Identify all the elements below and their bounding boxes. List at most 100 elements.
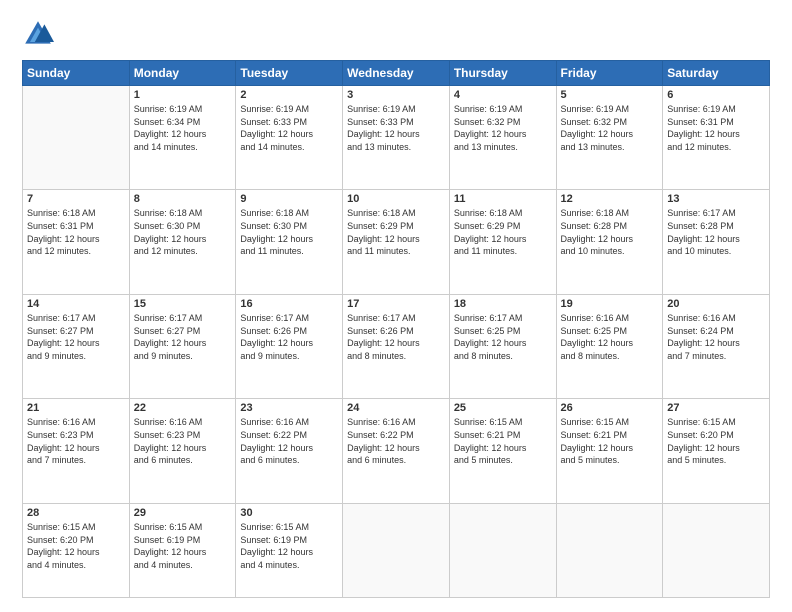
day-info: Sunrise: 6:15 AM Sunset: 6:20 PM Dayligh… <box>667 416 765 466</box>
day-info: Sunrise: 6:17 AM Sunset: 6:27 PM Dayligh… <box>27 312 125 362</box>
weekday-header-thursday: Thursday <box>449 61 556 86</box>
day-cell: 26Sunrise: 6:15 AM Sunset: 6:21 PM Dayli… <box>556 399 663 503</box>
day-number: 24 <box>347 402 445 414</box>
day-number: 27 <box>667 402 765 414</box>
day-info: Sunrise: 6:18 AM Sunset: 6:30 PM Dayligh… <box>134 207 232 257</box>
day-info: Sunrise: 6:17 AM Sunset: 6:27 PM Dayligh… <box>134 312 232 362</box>
day-info: Sunrise: 6:19 AM Sunset: 6:33 PM Dayligh… <box>347 103 445 153</box>
day-cell: 13Sunrise: 6:17 AM Sunset: 6:28 PM Dayli… <box>663 190 770 294</box>
day-number: 11 <box>454 193 552 205</box>
day-info: Sunrise: 6:17 AM Sunset: 6:28 PM Dayligh… <box>667 207 765 257</box>
day-number: 7 <box>27 193 125 205</box>
day-cell: 27 Sunrise: 6:15 AM Sunset: 6:20 PM Dayli… <box>663 399 770 503</box>
day-cell: 3 Sunrise: 6:19 AM Sunset: 6:33 PM Daylig… <box>343 86 450 190</box>
day-cell: 23 Sunrise: 6:16 AM Sunset: 6:22 PM Dayli… <box>236 399 343 503</box>
day-number: 19 <box>561 298 659 310</box>
day-number: 16 <box>240 298 338 310</box>
day-cell: 30Sunrise: 6:15 AM Sunset: 6:19 PM Dayli… <box>236 503 343 597</box>
day-info: Sunrise: 6:15 AM Sunset: 6:21 PM Dayligh… <box>454 416 552 466</box>
day-cell: 22 Sunrise: 6:16 AM Sunset: 6:23 PM Dayli… <box>129 399 236 503</box>
day-number: 21 <box>27 402 125 414</box>
day-cell: 20 Sunrise: 6:16 AM Sunset: 6:24 PM Dayli… <box>663 294 770 398</box>
day-info: Sunrise: 6:18 AM Sunset: 6:29 PM Dayligh… <box>454 207 552 257</box>
day-info: Sunrise: 6:16 AM Sunset: 6:23 PM Dayligh… <box>27 416 125 466</box>
logo <box>22 18 58 50</box>
logo-icon <box>22 18 54 50</box>
day-info: Sunrise: 6:17 AM Sunset: 6:25 PM Dayligh… <box>454 312 552 362</box>
day-number: 14 <box>27 298 125 310</box>
day-info: Sunrise: 6:16 AM Sunset: 6:23 PM Dayligh… <box>134 416 232 466</box>
day-info: Sunrise: 6:19 AM Sunset: 6:31 PM Dayligh… <box>667 103 765 153</box>
day-number: 2 <box>240 89 338 101</box>
header <box>22 18 770 50</box>
day-info: Sunrise: 6:15 AM Sunset: 6:20 PM Dayligh… <box>27 521 125 571</box>
week-row-0: 1 Sunrise: 6:19 AM Sunset: 6:34 PM Daylig… <box>23 86 770 190</box>
day-info: Sunrise: 6:16 AM Sunset: 6:22 PM Dayligh… <box>347 416 445 466</box>
day-cell: 14 Sunrise: 6:17 AM Sunset: 6:27 PM Dayli… <box>23 294 130 398</box>
week-row-3: 21 Sunrise: 6:16 AM Sunset: 6:23 PM Dayli… <box>23 399 770 503</box>
weekday-header-sunday: Sunday <box>23 61 130 86</box>
day-number: 23 <box>240 402 338 414</box>
day-info: Sunrise: 6:16 AM Sunset: 6:22 PM Dayligh… <box>240 416 338 466</box>
day-info: Sunrise: 6:19 AM Sunset: 6:32 PM Dayligh… <box>454 103 552 153</box>
day-number: 3 <box>347 89 445 101</box>
day-number: 6 <box>667 89 765 101</box>
day-cell: 6 Sunrise: 6:19 AM Sunset: 6:31 PM Daylig… <box>663 86 770 190</box>
day-number: 29 <box>134 507 232 519</box>
day-cell: 1 Sunrise: 6:19 AM Sunset: 6:34 PM Daylig… <box>129 86 236 190</box>
weekday-header-saturday: Saturday <box>663 61 770 86</box>
day-cell: 21 Sunrise: 6:16 AM Sunset: 6:23 PM Dayli… <box>23 399 130 503</box>
day-cell: 28 Sunrise: 6:15 AM Sunset: 6:20 PM Dayli… <box>23 503 130 597</box>
day-cell <box>663 503 770 597</box>
day-cell: 19Sunrise: 6:16 AM Sunset: 6:25 PM Dayli… <box>556 294 663 398</box>
day-info: Sunrise: 6:17 AM Sunset: 6:26 PM Dayligh… <box>347 312 445 362</box>
day-number: 1 <box>134 89 232 101</box>
day-number: 22 <box>134 402 232 414</box>
day-info: Sunrise: 6:15 AM Sunset: 6:21 PM Dayligh… <box>561 416 659 466</box>
day-cell <box>556 503 663 597</box>
day-cell: 25 Sunrise: 6:15 AM Sunset: 6:21 PM Dayli… <box>449 399 556 503</box>
day-cell: 11 Sunrise: 6:18 AM Sunset: 6:29 PM Dayli… <box>449 190 556 294</box>
calendar: SundayMondayTuesdayWednesdayThursdayFrid… <box>22 60 770 598</box>
day-cell: 18 Sunrise: 6:17 AM Sunset: 6:25 PM Dayli… <box>449 294 556 398</box>
weekday-header-monday: Monday <box>129 61 236 86</box>
day-cell <box>449 503 556 597</box>
day-number: 18 <box>454 298 552 310</box>
week-row-1: 7 Sunrise: 6:18 AM Sunset: 6:31 PM Daylig… <box>23 190 770 294</box>
day-cell: 10 Sunrise: 6:18 AM Sunset: 6:29 PM Dayli… <box>343 190 450 294</box>
day-cell: 7 Sunrise: 6:18 AM Sunset: 6:31 PM Daylig… <box>23 190 130 294</box>
day-number: 10 <box>347 193 445 205</box>
weekday-header-friday: Friday <box>556 61 663 86</box>
day-cell: 2 Sunrise: 6:19 AM Sunset: 6:33 PM Daylig… <box>236 86 343 190</box>
day-info: Sunrise: 6:19 AM Sunset: 6:33 PM Dayligh… <box>240 103 338 153</box>
day-info: Sunrise: 6:17 AM Sunset: 6:26 PM Dayligh… <box>240 312 338 362</box>
day-info: Sunrise: 6:18 AM Sunset: 6:31 PM Dayligh… <box>27 207 125 257</box>
weekday-header-row: SundayMondayTuesdayWednesdayThursdayFrid… <box>23 61 770 86</box>
day-cell: 9Sunrise: 6:18 AM Sunset: 6:30 PM Daylig… <box>236 190 343 294</box>
week-row-4: 28 Sunrise: 6:15 AM Sunset: 6:20 PM Dayli… <box>23 503 770 597</box>
day-number: 5 <box>561 89 659 101</box>
day-number: 20 <box>667 298 765 310</box>
day-info: Sunrise: 6:19 AM Sunset: 6:34 PM Dayligh… <box>134 103 232 153</box>
day-cell: 29 Sunrise: 6:15 AM Sunset: 6:19 PM Dayli… <box>129 503 236 597</box>
day-cell: 16 Sunrise: 6:17 AM Sunset: 6:26 PM Dayli… <box>236 294 343 398</box>
day-info: Sunrise: 6:18 AM Sunset: 6:29 PM Dayligh… <box>347 207 445 257</box>
day-info: Sunrise: 6:15 AM Sunset: 6:19 PM Dayligh… <box>134 521 232 571</box>
day-cell <box>343 503 450 597</box>
weekday-header-wednesday: Wednesday <box>343 61 450 86</box>
day-number: 12 <box>561 193 659 205</box>
day-info: Sunrise: 6:18 AM Sunset: 6:28 PM Dayligh… <box>561 207 659 257</box>
day-info: Sunrise: 6:16 AM Sunset: 6:24 PM Dayligh… <box>667 312 765 362</box>
day-number: 25 <box>454 402 552 414</box>
day-number: 4 <box>454 89 552 101</box>
week-row-2: 14 Sunrise: 6:17 AM Sunset: 6:27 PM Dayli… <box>23 294 770 398</box>
day-number: 28 <box>27 507 125 519</box>
day-info: Sunrise: 6:19 AM Sunset: 6:32 PM Dayligh… <box>561 103 659 153</box>
day-cell <box>23 86 130 190</box>
day-number: 8 <box>134 193 232 205</box>
day-info: Sunrise: 6:15 AM Sunset: 6:19 PM Dayligh… <box>240 521 338 571</box>
day-cell: 15Sunrise: 6:17 AM Sunset: 6:27 PM Dayli… <box>129 294 236 398</box>
page: SundayMondayTuesdayWednesdayThursdayFrid… <box>0 0 792 612</box>
weekday-header-tuesday: Tuesday <box>236 61 343 86</box>
day-cell: 4 Sunrise: 6:19 AM Sunset: 6:32 PM Daylig… <box>449 86 556 190</box>
